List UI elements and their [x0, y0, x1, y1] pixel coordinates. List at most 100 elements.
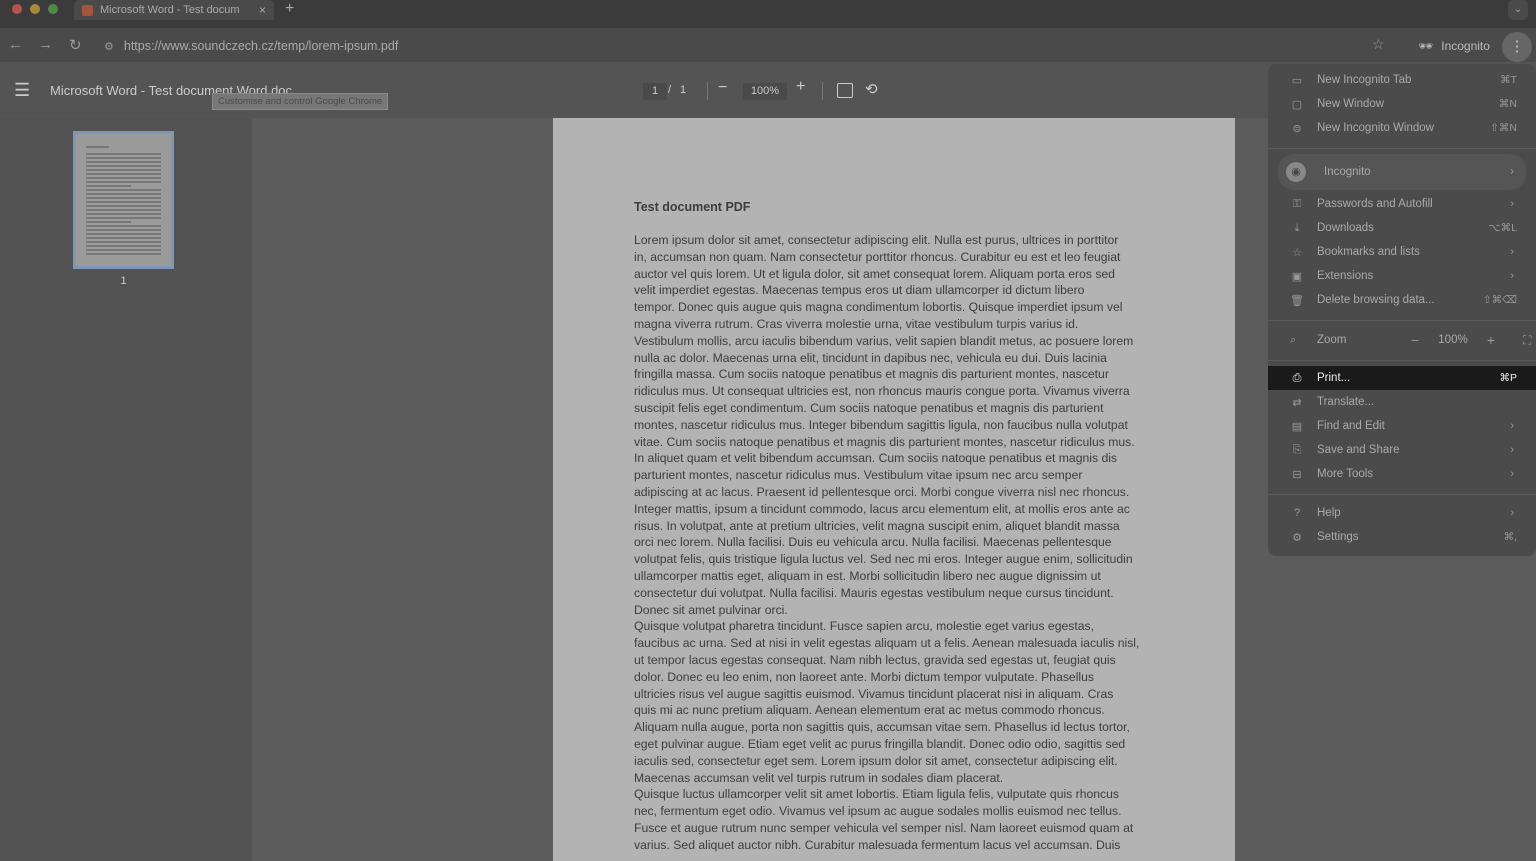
new-tab-icon: ▭ — [1291, 74, 1303, 87]
fullscreen-icon[interactable]: ⛶ — [1523, 333, 1531, 348]
menu-item-label: More Tools — [1317, 468, 1374, 480]
save-icon: ⎘ — [1292, 443, 1302, 456]
gear-icon: ⚙ — [1292, 531, 1302, 544]
menu-item-new-window[interactable]: ▢ New Window ⌘N — [1268, 92, 1536, 116]
rotate-icon[interactable]: ⟲ — [865, 80, 878, 98]
menu-item-help[interactable]: ? Help › — [1268, 501, 1536, 525]
menu-item-delete-browsing-data[interactable]: 🗑 Delete browsing data... ⇧⌘⌫ — [1268, 288, 1536, 312]
menu-zoom-in-button[interactable]: + — [1479, 332, 1503, 348]
forward-button[interactable]: → — [38, 36, 53, 53]
chevron-right-icon: › — [1510, 444, 1514, 456]
chrome-menu-button[interactable]: ⋮ — [1502, 32, 1532, 62]
thumbnail-line — [86, 217, 161, 219]
address-bar[interactable]: ⚙ https://www.soundczech.cz/temp/lorem-i… — [96, 33, 1396, 59]
thumbnail-line — [86, 233, 161, 235]
browser-tab[interactable]: Microsoft Word - Test docum × — [74, 0, 274, 20]
document-heading: Test document PDF — [634, 200, 751, 214]
help-icon: ? — [1293, 507, 1301, 519]
incognito-icon: 🕶 — [1418, 39, 1434, 53]
menu-item-print[interactable]: ⎙ Print... ⌘P — [1268, 366, 1536, 390]
back-button[interactable]: ← — [8, 36, 23, 53]
thumbnail-line — [86, 165, 161, 167]
menu-item-label: Save and Share — [1317, 444, 1400, 456]
menu-item-label: Find and Edit — [1317, 420, 1385, 432]
tab-close-icon[interactable]: × — [259, 3, 266, 17]
thumbnail-line — [86, 185, 131, 187]
zoom-in-button[interactable]: + — [796, 78, 805, 96]
fit-page-icon[interactable] — [837, 83, 853, 98]
key-icon: ⚿ — [1292, 197, 1302, 210]
menu-zoom-out-button[interactable]: − — [1403, 332, 1427, 348]
menu-item-shortcut: ⇧⌘N — [1490, 122, 1517, 134]
thumbnail-line — [86, 249, 161, 251]
menu-item-shortcut: ⌘, — [1503, 531, 1517, 543]
thumbnail-line — [86, 245, 161, 247]
page-separator: / — [668, 84, 672, 96]
profile-button[interactable]: ◉ Incognito › — [1278, 154, 1526, 190]
tab-search-button[interactable]: ⌄ — [1508, 0, 1528, 20]
menu-item-label: Translate... — [1317, 396, 1375, 408]
menu-icon[interactable]: ☰ — [14, 80, 30, 101]
thumbnail-line — [86, 209, 161, 211]
pdf-page: Test document PDF Lorem ipsum dolor sit … — [553, 118, 1235, 861]
zoom-out-button[interactable]: − — [718, 79, 727, 97]
thumbnail-line — [86, 241, 161, 243]
tab-title: Microsoft Word - Test docum — [100, 4, 240, 16]
menu-item-label: Print... — [1317, 372, 1351, 384]
site-info-icon[interactable]: ⚙ — [104, 40, 114, 53]
incognito-chip[interactable]: 🕶 Incognito — [1410, 33, 1498, 59]
chevron-right-icon: › — [1510, 468, 1514, 480]
translate-icon: ⇄ — [1292, 396, 1302, 409]
thumbnail-line — [86, 193, 161, 195]
menu-item-label: Delete browsing data... — [1317, 294, 1435, 306]
menu-item-shortcut: ⌥⌘L — [1488, 222, 1517, 234]
menu-item-translate[interactable]: ⇄ Translate... — [1268, 390, 1536, 414]
menu-item-settings[interactable]: ⚙ Settings ⌘, — [1268, 525, 1536, 549]
thumbnail-line — [86, 213, 161, 215]
close-window-button[interactable] — [12, 4, 22, 14]
chevron-right-icon: › — [1510, 246, 1514, 258]
tooltip: Customise and control Google Chrome — [212, 93, 389, 110]
menu-separator — [1268, 360, 1536, 361]
paragraph-1: Lorem ipsum dolor sit amet, consectetur … — [634, 233, 1135, 617]
menu-item-shortcut: ⇧⌘⌫ — [1482, 294, 1517, 306]
menu-item-more-tools[interactable]: ⊟ More Tools › — [1268, 462, 1536, 486]
zoom-input[interactable]: 100% — [743, 83, 787, 100]
menu-item-find-and-edit[interactable]: ▤ Find and Edit › — [1268, 414, 1536, 438]
page-thumbnail[interactable] — [73, 131, 174, 269]
new-window-icon: ▢ — [1291, 98, 1303, 111]
reload-button[interactable]: ↻ — [69, 36, 82, 54]
thumbnail-line — [86, 181, 161, 183]
thumbnail-line — [86, 161, 161, 163]
star-icon: ☆ — [1292, 246, 1302, 259]
menu-item-label: Help — [1317, 507, 1341, 519]
new-tab-button[interactable]: + — [285, 0, 294, 18]
menu-item-new-incognito-window[interactable]: ⊜ New Incognito Window ⇧⌘N — [1268, 116, 1536, 140]
toolbox-icon: ⊟ — [1292, 468, 1302, 481]
chevron-right-icon: › — [1510, 166, 1514, 178]
url-text[interactable]: https://www.soundczech.cz/temp/lorem-ips… — [124, 39, 398, 53]
menu-item-downloads[interactable]: ⤓ Downloads ⌥⌘L — [1268, 216, 1536, 240]
menu-item-passwords[interactable]: ⚿ Passwords and Autofill › — [1268, 192, 1536, 216]
bookmark-star-icon[interactable]: ☆ — [1372, 36, 1385, 53]
menu-item-label: Bookmarks and lists — [1317, 246, 1420, 258]
menu-item-label: New Incognito Window — [1317, 122, 1434, 134]
thumbnail-page-label: 1 — [120, 275, 127, 287]
menu-item-new-incognito-tab[interactable]: ▭ New Incognito Tab ⌘T — [1268, 68, 1536, 92]
menu-item-shortcut: ⌘T — [1500, 74, 1517, 86]
thumbnail-line — [86, 169, 161, 171]
trash-icon: 🗑 — [1290, 294, 1304, 307]
menu-separator — [1268, 148, 1536, 149]
menu-item-bookmarks[interactable]: ☆ Bookmarks and lists › — [1268, 240, 1536, 264]
find-icon: ▤ — [1291, 420, 1303, 433]
menu-item-shortcut: ⌘P — [1499, 372, 1517, 384]
thumbnail-line — [86, 146, 109, 148]
menu-item-save-and-share[interactable]: ⎘ Save and Share › — [1268, 438, 1536, 462]
page-number-input[interactable]: 1 — [643, 83, 667, 100]
chevron-right-icon: › — [1510, 507, 1514, 519]
minimize-window-button[interactable] — [30, 4, 40, 14]
paragraph-2: Quisque volutpat pharetra tincidunt. Fus… — [634, 619, 1140, 785]
maximize-window-button[interactable] — [48, 4, 58, 14]
thumbnail-line — [86, 225, 161, 227]
menu-item-extensions[interactable]: ▣ Extensions › — [1268, 264, 1536, 288]
